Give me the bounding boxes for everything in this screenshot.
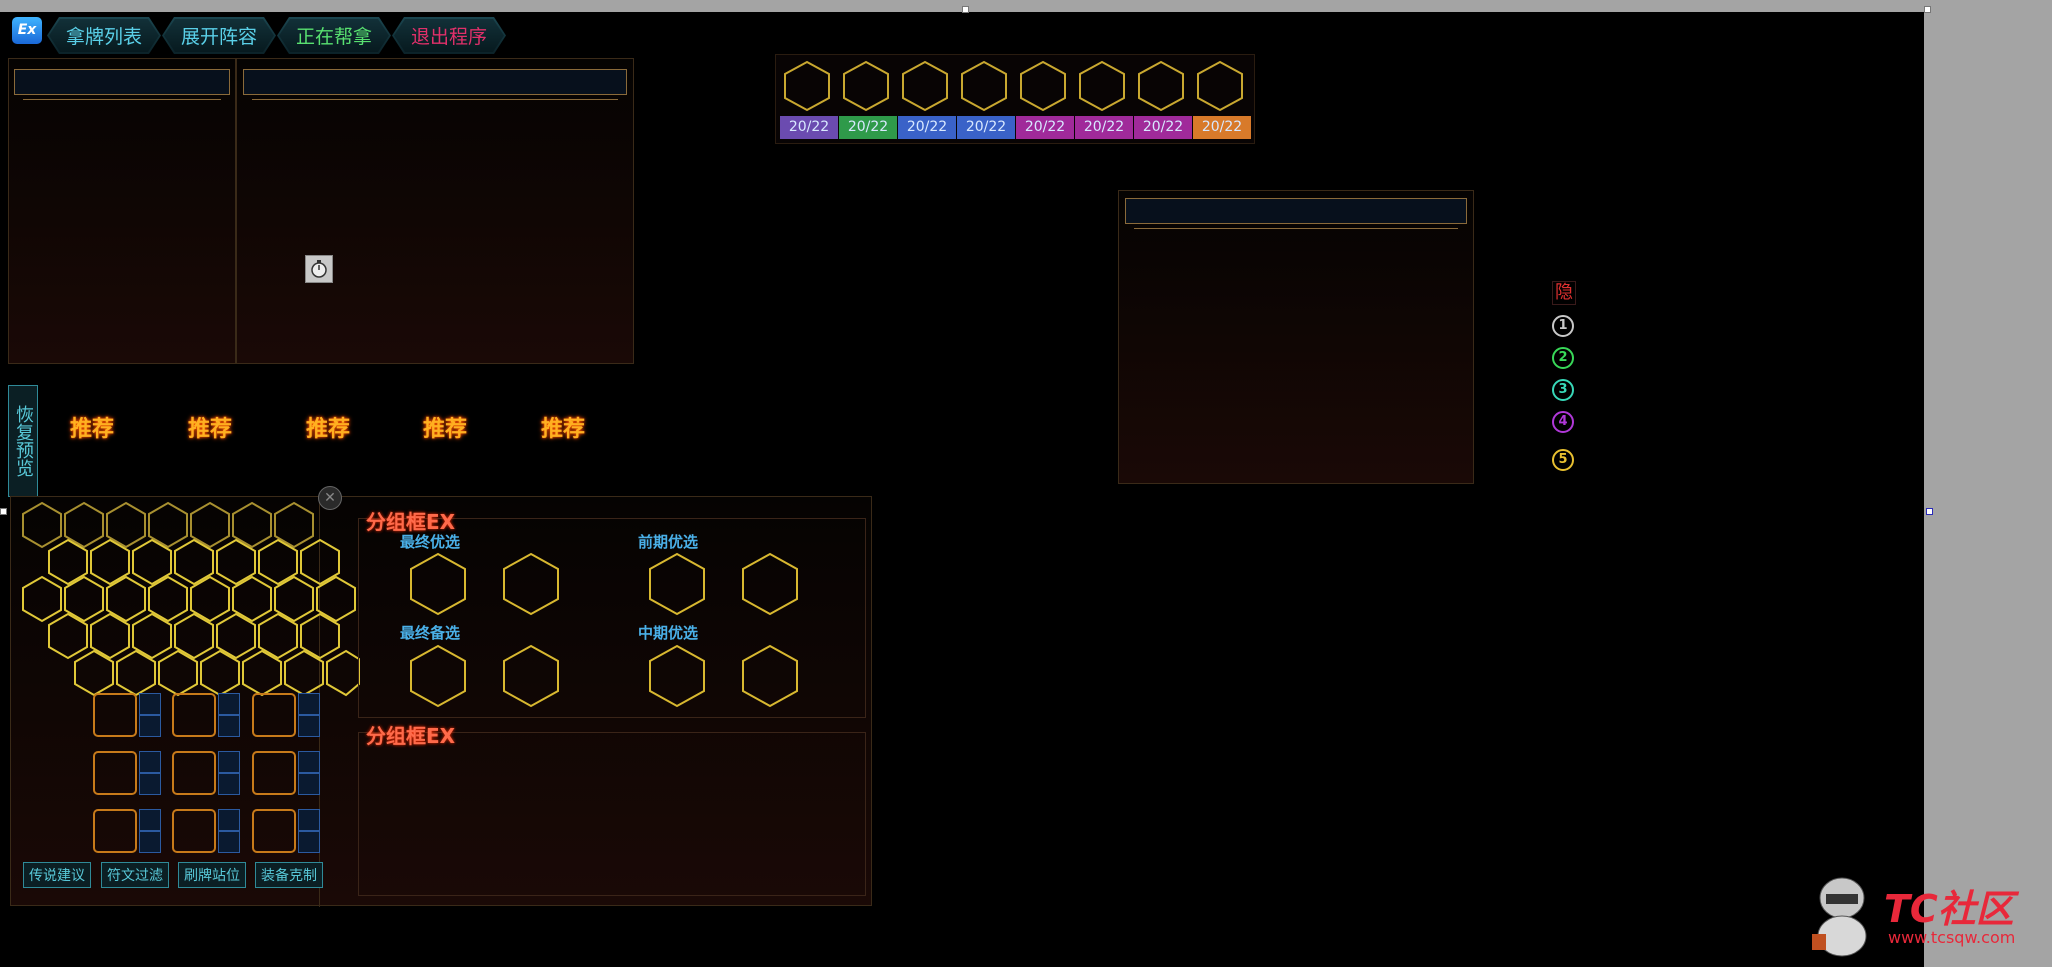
early-priority-label: 前期优选 bbox=[638, 533, 699, 551]
champion-slot-hex bbox=[784, 60, 830, 112]
timer-icon[interactable] bbox=[305, 255, 333, 283]
watermark-url: www.tcsqw.com bbox=[1888, 928, 2016, 947]
mascot-icon bbox=[1812, 877, 1867, 957]
item-level-bars bbox=[218, 751, 240, 795]
restore-preview-button[interactable]: 恢复预览 bbox=[8, 385, 38, 497]
item-level-bars bbox=[218, 809, 240, 853]
panel-header bbox=[14, 69, 230, 100]
preset-2-button[interactable]: 2 bbox=[1552, 347, 1574, 369]
recommend-label[interactable]: 推荐 bbox=[70, 411, 114, 443]
champion-slot-hex bbox=[1079, 60, 1125, 112]
item-slot[interactable] bbox=[252, 809, 296, 853]
preset-4-button[interactable]: 4 bbox=[1552, 411, 1574, 433]
resize-handle[interactable] bbox=[0, 508, 7, 515]
item-level-bars bbox=[139, 751, 161, 795]
recommend-label[interactable]: 推荐 bbox=[188, 411, 232, 443]
tab-exit-program[interactable]: 退出程序 bbox=[392, 17, 506, 54]
watermark: TC社区 www.tcsqw.com bbox=[1802, 872, 2042, 962]
preset-1-button[interactable]: 1 bbox=[1552, 315, 1574, 337]
recommend-label[interactable]: 推荐 bbox=[541, 411, 585, 443]
item-level-bars bbox=[139, 809, 161, 853]
list-panel-right bbox=[236, 58, 634, 364]
counter-cell: 20/22 bbox=[957, 116, 1015, 139]
item-slot[interactable] bbox=[93, 751, 137, 795]
item-level-bars bbox=[298, 809, 320, 853]
item-slot[interactable] bbox=[93, 693, 137, 737]
watermark-text: TC社区 bbox=[1884, 887, 2014, 931]
resize-handle[interactable] bbox=[962, 6, 969, 13]
counter-cell: 20/22 bbox=[1134, 116, 1192, 139]
item-slot[interactable] bbox=[93, 809, 137, 853]
panel-header bbox=[243, 69, 627, 100]
counter-cell: 20/22 bbox=[1016, 116, 1074, 139]
hide-toggle[interactable]: 隐 bbox=[1552, 281, 1576, 305]
recommend-label[interactable]: 推荐 bbox=[423, 411, 467, 443]
resize-handle[interactable] bbox=[1926, 508, 1933, 515]
tab-expand-lineup[interactable]: 展开阵容 bbox=[162, 17, 276, 54]
tab-label: 正在帮拿 bbox=[295, 26, 372, 48]
designer-right-gutter bbox=[1924, 0, 2052, 967]
item-level-bars bbox=[298, 693, 320, 737]
panel-header bbox=[1125, 198, 1467, 229]
item-slot[interactable] bbox=[252, 693, 296, 737]
champion-slot-hex bbox=[1138, 60, 1184, 112]
tab-helping-pick[interactable]: 正在帮拿 bbox=[277, 17, 391, 54]
champion-slot-hex bbox=[902, 60, 948, 112]
tab-pick-list[interactable]: 拿牌列表 bbox=[47, 17, 161, 54]
hex-board[interactable] bbox=[14, 500, 360, 700]
tab-label: 退出程序 bbox=[410, 26, 487, 48]
counter-cell: 20/22 bbox=[898, 116, 956, 139]
floating-panel bbox=[1118, 190, 1474, 484]
counter-cell: 20/22 bbox=[780, 116, 838, 139]
app-logo: Ex bbox=[12, 17, 42, 44]
item-level-bars bbox=[218, 693, 240, 737]
item-level-bars bbox=[139, 693, 161, 737]
item-level-bars bbox=[298, 751, 320, 795]
recommend-label[interactable]: 推荐 bbox=[306, 411, 350, 443]
priority-slots[interactable] bbox=[400, 550, 820, 710]
final-priority-label: 最终优选 bbox=[400, 533, 461, 551]
list-panel-left bbox=[8, 58, 236, 364]
group-box-title: 分组框EX bbox=[366, 724, 456, 748]
resize-handle[interactable] bbox=[1924, 6, 1931, 13]
preset-5-button[interactable]: 5 bbox=[1552, 449, 1574, 471]
champion-counter-strip: 20/22 20/22 20/22 20/22 20/22 20/22 20/2… bbox=[775, 54, 1255, 144]
preset-3-button[interactable]: 3 bbox=[1552, 379, 1574, 401]
counter-cell: 20/22 bbox=[839, 116, 897, 139]
champion-slot-hex bbox=[843, 60, 889, 112]
tab-label: 拿牌列表 bbox=[65, 26, 142, 48]
item-slot[interactable] bbox=[172, 751, 216, 795]
champion-slot-hex bbox=[961, 60, 1007, 112]
item-slot[interactable] bbox=[252, 751, 296, 795]
item-counter-button[interactable]: 装备克制 bbox=[255, 862, 323, 888]
item-slot[interactable] bbox=[172, 809, 216, 853]
item-slot[interactable] bbox=[172, 693, 216, 737]
rune-filter-button[interactable]: 符文过滤 bbox=[101, 862, 169, 888]
group-box-2 bbox=[358, 732, 866, 896]
champion-slot-hex bbox=[1197, 60, 1243, 112]
counter-hex-row[interactable] bbox=[776, 55, 1254, 117]
refresh-position-button[interactable]: 刷牌站位 bbox=[178, 862, 246, 888]
counter-cell: 20/22 bbox=[1193, 116, 1251, 139]
legend-advice-button[interactable]: 传说建议 bbox=[23, 862, 91, 888]
champion-slot-hex bbox=[1020, 60, 1066, 112]
counter-cell: 20/22 bbox=[1075, 116, 1133, 139]
tab-label: 展开阵容 bbox=[180, 26, 257, 48]
